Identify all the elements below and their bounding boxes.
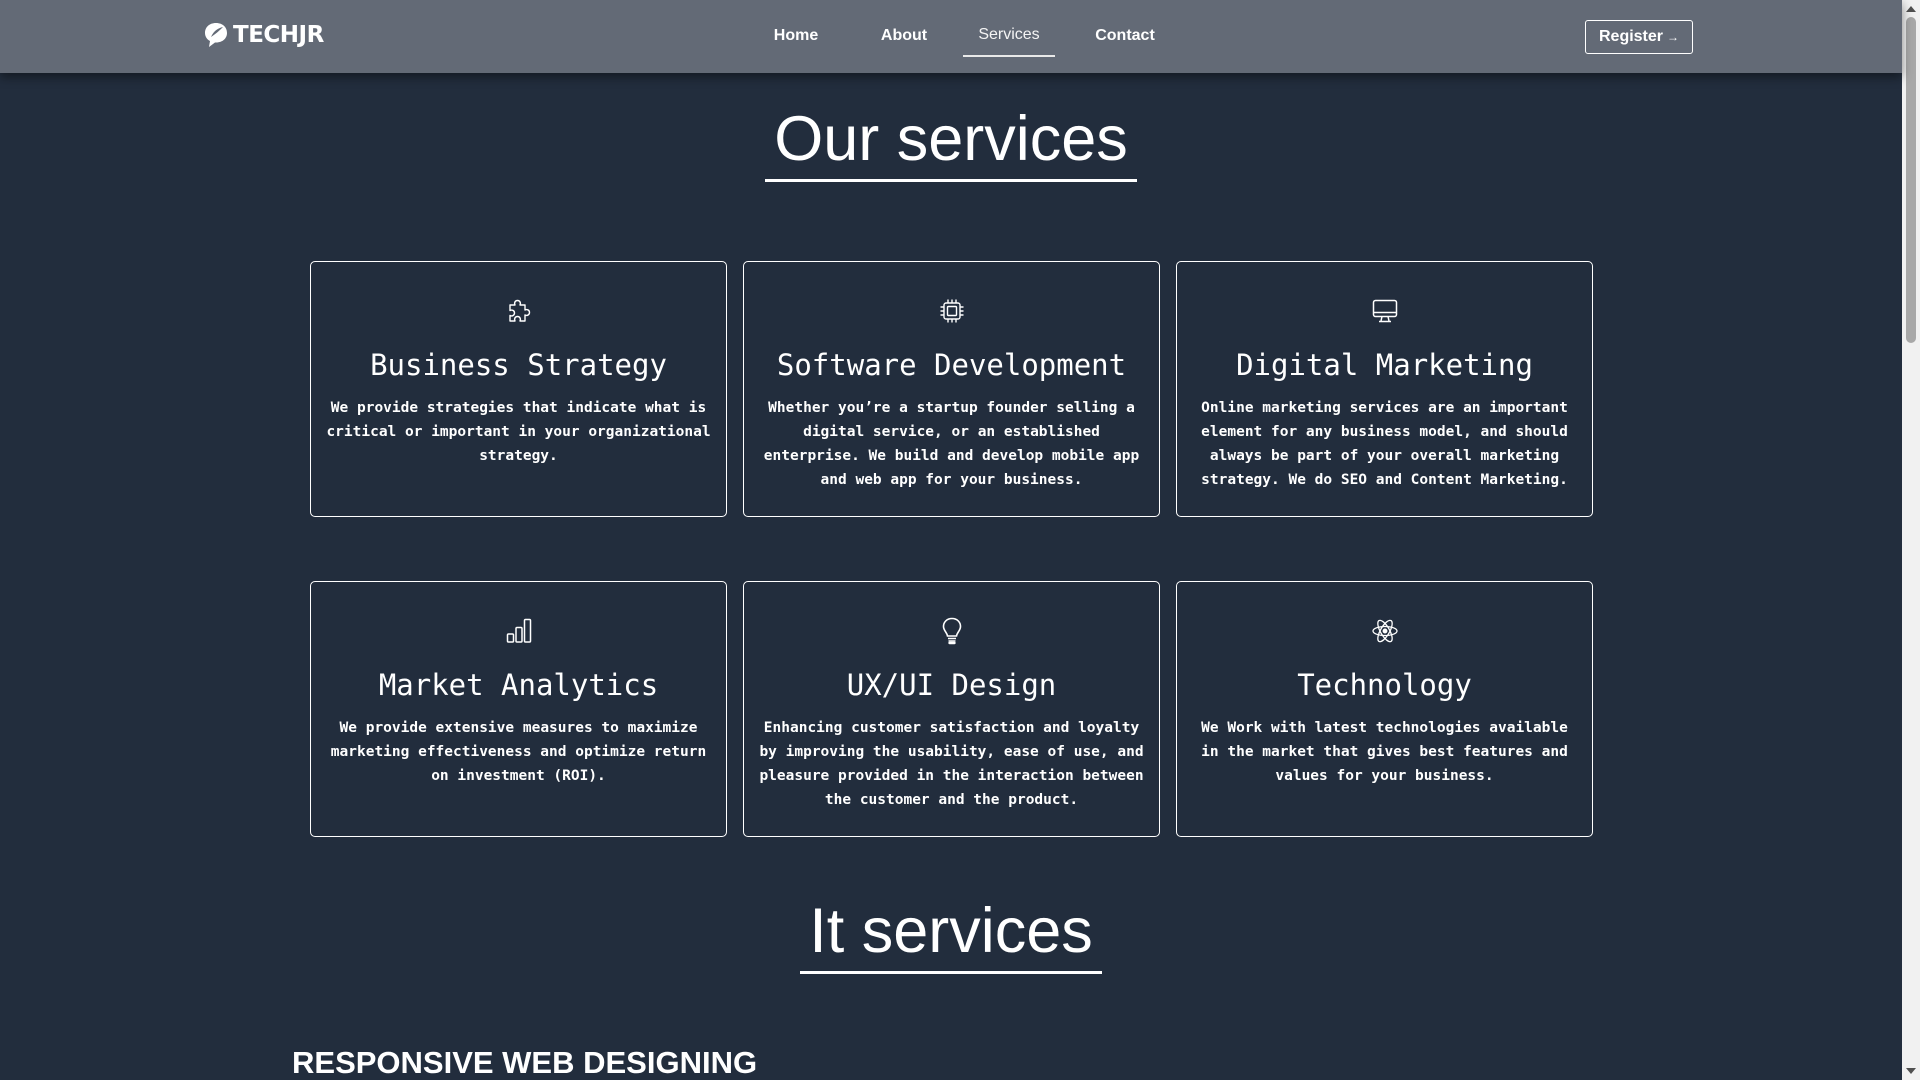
arrow-right-icon: → [1667, 30, 1680, 44]
card-title: Software Development [776, 348, 1127, 382]
monitor-icon [1372, 299, 1397, 323]
services-title-text: Our services [765, 108, 1137, 182]
card-title: Business Strategy [370, 348, 667, 382]
main-nav: Home About Services Contact [740, 0, 1173, 60]
card-description: Online marketing services are an importa… [1201, 400, 1568, 488]
service-card-software-development: Software Development Whether you’re a st… [743, 261, 1160, 517]
navbar: TECHJR Home About Services Contact Regis… [0, 0, 1902, 73]
service-card-digital-marketing: Digital Marketing Online marketing servi… [1176, 261, 1593, 517]
nav-link-about[interactable]: About [856, 0, 952, 57]
card-description: We Work with latest technologies availab… [1201, 720, 1568, 784]
nav-link-services[interactable]: Services [963, 0, 1055, 57]
service-card-business-strategy: Business Strategy We provide strategies … [310, 261, 727, 517]
card-description: Whether you’re a startup founder selling… [763, 400, 1140, 488]
lightbulb-icon [942, 617, 961, 645]
page-scrollbar[interactable] [1902, 0, 1920, 1080]
register-button-label: Register [1598, 28, 1664, 45]
card-title: Technology [1297, 668, 1472, 702]
responsive-web-designing-heading: RESPONSIVE WEB DESIGNING [292, 1045, 758, 1080]
card-description: Enhancing customer satisfaction and loya… [759, 720, 1144, 808]
card-title: Digital Marketing [1236, 348, 1533, 382]
nav-link-home[interactable]: Home [748, 0, 844, 57]
card-title: UX/UI Design [846, 668, 1057, 702]
scrollbar-thumb[interactable] [1906, 17, 1916, 343]
brand-logo-link[interactable]: TECHJR [203, 20, 324, 50]
service-card-technology: Technology We Work with latest technolog… [1176, 581, 1593, 837]
card-title: Market Analytics [378, 668, 659, 702]
brand-name: TECHJR [233, 22, 324, 48]
scroll-down-arrow-icon[interactable] [1906, 1068, 1916, 1074]
puzzle-icon [508, 299, 530, 322]
card-description: We provide strategies that indicate what… [326, 400, 711, 464]
nav-link-contact[interactable]: Contact [1077, 0, 1173, 57]
services-section-title: Our services [0, 103, 1902, 182]
service-card-ux-ui-design: UX/UI Design Enhancing customer satisfac… [743, 581, 1160, 837]
register-button[interactable]: Register → [1585, 20, 1693, 54]
it-services-section-title: It services [0, 895, 1902, 974]
card-description: We provide extensive measures to maximiz… [330, 720, 707, 784]
cpu-chip-icon [940, 299, 963, 323]
it-services-title-text: It services [800, 900, 1102, 974]
service-card-market-analytics: Market Analytics We provide extensive me… [310, 581, 727, 837]
bar-chart-icon [506, 618, 531, 643]
atom-icon [1371, 619, 1398, 643]
leaf-chat-logo-icon [205, 23, 227, 47]
scroll-up-arrow-icon[interactable] [1906, 6, 1916, 12]
